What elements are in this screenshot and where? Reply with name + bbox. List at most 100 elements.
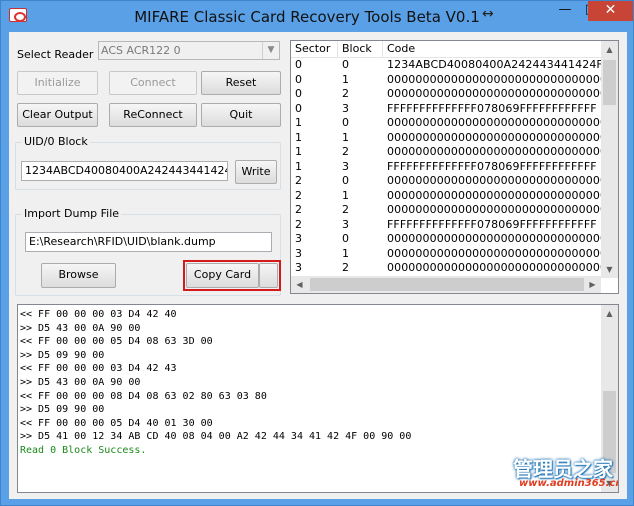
log-line: << FF 00 00 00 08 D4 08 63 02 80 63 03 8… (20, 390, 267, 402)
reader-dropdown[interactable]: ACS ACR122 0 ▼ (98, 41, 280, 60)
watermark-url: www.admin365.cn (519, 478, 619, 489)
grid-cell-code: 00000000000000000000000000000000 (387, 188, 615, 202)
log-line: Read 0 Block Success. (20, 444, 147, 456)
title-bar[interactable]: MIFARE Classic Card Recovery Tools Beta … (1, 1, 633, 31)
grid-cell-block: 0 (342, 174, 349, 187)
grid-cell-code: FFFFFFFFFFFFFF078069FFFFFFFFFFFF (387, 217, 597, 231)
grid-cell-code: 00000000000000000000000000000000 (387, 116, 615, 129)
grid-row[interactable]: 2 3 FFFFFFFFFFFFFF078069FFFFFFFFFFFF (291, 218, 601, 233)
grid-cell-block: 3 (342, 159, 349, 173)
grid-cell-block: 0 (342, 116, 349, 129)
log-line: << FF 00 00 00 05 D4 40 01 30 00 (20, 417, 213, 429)
grid-header: Sector Block Code (291, 41, 601, 58)
scroll-down-icon[interactable]: ▼ (601, 261, 618, 278)
dump-path-input[interactable]: E:\Research\RFID\UID\blank.dump (25, 232, 272, 252)
grid-column-code[interactable]: Code (383, 41, 601, 58)
log-line: << FF 00 00 00 03 D4 42 43 (20, 363, 177, 375)
grid-cell-sector: 1 (295, 130, 302, 144)
copy-card-side-button[interactable] (259, 263, 278, 288)
grid-cell-sector: 2 (295, 174, 302, 187)
grid-cell-code: 00000000000000000000000000000000 (387, 174, 615, 187)
uid-input[interactable]: 1234ABCD40080400A242443441424F00 (21, 161, 228, 181)
grid-row[interactable]: 1 1 00000000000000000000000000000000 (291, 130, 614, 146)
grid-cell-sector: 2 (295, 217, 302, 231)
grid-cell-code: 00000000000000000000000000000000 (387, 72, 615, 86)
app-window: MIFARE Classic Card Recovery Tools Beta … (0, 0, 634, 506)
grid-row[interactable]: 3 0 00000000000000000000000000000000 (291, 232, 614, 247)
select-reader-label: Select Reader (17, 48, 94, 61)
grid-cell-code: FFFFFFFFFFFFFF078069FFFFFFFFFFFF (387, 101, 597, 115)
grid-row[interactable]: 2 2 00000000000000000000000000000000 (291, 203, 614, 218)
grid-row[interactable]: 0 0 1234ABCD40080400A242443441424F00 (291, 58, 617, 73)
grid-cell-code: FFFFFFFFFFFFFF078069FFFFFFFFFFFF (387, 159, 597, 173)
grid-cell-block: 1 (342, 130, 349, 144)
reader-dropdown-value: ACS ACR122 0 (101, 44, 181, 57)
grid-cell-block: 3 (342, 217, 349, 231)
grid-cell-block: 1 (342, 72, 349, 86)
grid-cell-sector: 0 (295, 58, 302, 71)
grid-column-sector[interactable]: Sector (291, 41, 338, 58)
log-scroll-up-icon[interactable]: ▲ (601, 305, 618, 322)
grid-vertical-thumb[interactable] (603, 60, 616, 105)
grid-row[interactable]: 1 2 00000000000000000000000000000000 (291, 145, 614, 160)
grid-row[interactable]: 3 2 00000000000000000000000000000000 (291, 261, 614, 276)
grid-cell-block: 0 (342, 58, 349, 71)
log-line: >> D5 09 90 00 (20, 404, 105, 416)
connect-button[interactable]: Connect (109, 71, 197, 95)
log-lines: << FF 00 00 00 03 D4 42 40 >> D5 43 00 0A… (20, 308, 411, 458)
log-line: << FF 00 00 00 05 D4 08 63 3D 00 (20, 336, 213, 348)
grid-cell-code: 00000000000000000000000000000000 (387, 261, 615, 274)
reset-button[interactable]: Reset (201, 71, 281, 95)
grid-cell-code: 00000000000000000000000000000000 (387, 87, 615, 100)
grid-cell-sector: 1 (295, 145, 302, 158)
grid-row[interactable]: 0 2 00000000000000000000000000000000 (291, 87, 614, 102)
grid-row[interactable]: 1 0 00000000000000000000000000000000 (291, 116, 614, 131)
grid-row[interactable]: 1 3 FFFFFFFFFFFFFF078069FFFFFFFFFFFF (291, 160, 601, 175)
grid-horizontal-thumb[interactable] (310, 278, 584, 291)
grid-body: 0 0 1234ABCD40080400A242443441424F00 0 1 0000… (291, 58, 617, 290)
minimize-button[interactable]: — (552, 1, 578, 21)
browse-button[interactable]: Browse (41, 263, 116, 288)
grid-cell-block: 3 (342, 101, 349, 115)
grid-horizontal-scrollbar[interactable]: ◀ ▶ (291, 276, 601, 293)
grid-cell-sector: 3 (295, 246, 302, 260)
scroll-left-icon[interactable]: ◀ (291, 276, 308, 293)
log-line: << FF 00 00 00 03 D4 42 40 (20, 309, 177, 320)
grid-cell-block: 1 (342, 188, 349, 202)
reconnect-button[interactable]: ReConnect (109, 103, 197, 127)
grid-cell-sector: 1 (295, 159, 302, 173)
quit-button[interactable]: Quit (201, 103, 281, 127)
grid-row[interactable]: 2 1 00000000000000000000000000000000 (291, 188, 614, 204)
grid-row[interactable]: 0 3 FFFFFFFFFFFFFF078069FFFFFFFFFFFF (291, 102, 601, 117)
log-line: >> D5 09 90 00 (20, 349, 105, 361)
grid-cell-block: 1 (342, 246, 349, 260)
grid-cell-sector: 0 (295, 101, 302, 115)
chevron-down-icon[interactable]: ▼ (262, 42, 279, 59)
grid-row[interactable]: 0 1 00000000000000000000000000000000 (291, 72, 614, 88)
grid-vertical-scrollbar[interactable]: ▲ ▼ (601, 41, 618, 278)
grid-cell-sector: 2 (295, 188, 302, 202)
grid-cell-block: 2 (342, 261, 349, 274)
grid-row[interactable]: 2 0 00000000000000000000000000000000 (291, 174, 614, 189)
grid-cell-sector: 0 (295, 87, 302, 100)
scroll-up-icon[interactable]: ▲ (601, 41, 618, 58)
write-button[interactable]: Write (235, 160, 277, 184)
grid-cell-code: 00000000000000000000000000000000 (387, 145, 615, 158)
client-area: Select Reader ACS ACR122 0 ▼ Initialize … (9, 32, 627, 499)
block-grid[interactable]: Sector Block Code 0 0 1234ABCD40080400A242… (290, 40, 619, 294)
close-button[interactable]: ✕ (588, 1, 633, 21)
grid-cell-sector: 0 (295, 72, 302, 86)
output-log[interactable]: << FF 00 00 00 03 D4 42 40 >> D5 43 00 0A… (17, 304, 619, 493)
import-dump-group-title: Import Dump File (22, 207, 122, 220)
grid-cell-block: 2 (342, 203, 349, 216)
clear-output-button[interactable]: Clear Output (17, 103, 98, 127)
grid-row[interactable]: 3 1 00000000000000000000000000000000 (291, 246, 614, 262)
grid-cell-sector: 2 (295, 203, 302, 216)
grid-cell-sector: 1 (295, 116, 302, 129)
grid-cell-code: 00000000000000000000000000000000 (387, 203, 615, 216)
grid-column-block[interactable]: Block (338, 41, 383, 58)
scroll-right-icon[interactable]: ▶ (584, 276, 601, 293)
initialize-button[interactable]: Initialize (17, 71, 98, 95)
grid-cell-code: 00000000000000000000000000000000 (387, 232, 615, 245)
copy-card-button[interactable]: Copy Card (186, 263, 259, 288)
